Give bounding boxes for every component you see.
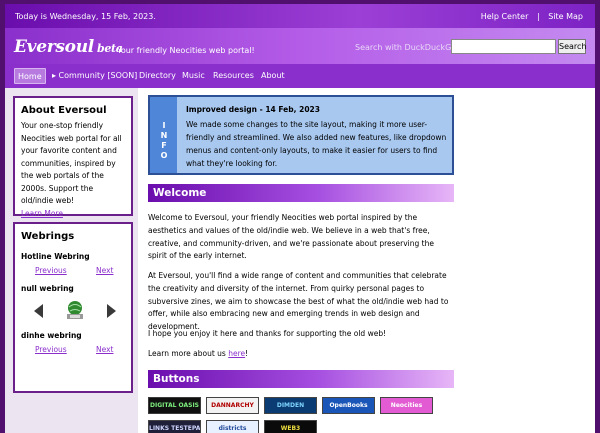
nav-item-resources[interactable]: Resources bbox=[210, 68, 257, 84]
current-date: Today is Wednesday, 15 Feb, 2023. bbox=[15, 12, 156, 21]
info-text-block: Improved design - 14 Feb, 2023 We made s… bbox=[186, 103, 448, 170]
web-button[interactable]: districts bbox=[206, 420, 259, 433]
top-links: Help Center | Site Map bbox=[481, 12, 583, 21]
welcome-paragraph: Welcome to Eversoul, your friendly Neoci… bbox=[148, 213, 434, 261]
web-button[interactable]: DANNARCHY bbox=[206, 397, 259, 414]
search-button[interactable]: Search bbox=[558, 39, 586, 54]
welcome-paragraph: I hope you enjoy it here and thanks for … bbox=[148, 329, 387, 338]
about-box: About Eversoul Your one-stop friendly Ne… bbox=[13, 96, 133, 218]
info-tab: I N F O bbox=[150, 97, 177, 173]
search-input[interactable] bbox=[451, 39, 556, 54]
browser-frame: Today is Wednesday, 15 Feb, 2023. Help C… bbox=[5, 4, 595, 433]
webring-next-link[interactable]: Next bbox=[96, 266, 113, 275]
globe-computer-icon[interactable] bbox=[64, 299, 86, 321]
webring-previous-link[interactable]: Previous bbox=[35, 266, 67, 275]
arrow-right-icon[interactable] bbox=[105, 303, 117, 319]
logo-text: Eversoul bbox=[14, 37, 94, 57]
webrings-title: Webrings bbox=[21, 231, 75, 242]
main-nav: Home ▸ Community [SOON] Directory Music … bbox=[5, 64, 595, 88]
info-tab-letter: I bbox=[162, 121, 166, 130]
nav-item-music[interactable]: Music bbox=[179, 68, 208, 84]
webring-nav: Previous Next bbox=[15, 340, 131, 360]
nav-item-home[interactable]: Home bbox=[14, 68, 46, 84]
web-button[interactable]: DIMDEN bbox=[264, 397, 317, 414]
web-button[interactable]: LINKS TESTEPAGES bbox=[148, 420, 201, 433]
webring-name: Hotline Webring bbox=[21, 252, 90, 261]
webring-next-link[interactable]: Next bbox=[96, 345, 113, 354]
nav-item-about[interactable]: About bbox=[258, 68, 288, 84]
learn-more-line: Learn more about us here! bbox=[148, 348, 454, 361]
top-bar: Today is Wednesday, 15 Feb, 2023. Help C… bbox=[5, 4, 595, 28]
help-center-link[interactable]: Help Center bbox=[481, 12, 529, 21]
info-body: We made some changes to the site layout,… bbox=[186, 120, 447, 168]
info-tab-letter: N bbox=[160, 131, 168, 140]
welcome-heading: Welcome bbox=[148, 184, 454, 202]
search-label: Search with DuckDuckGo! bbox=[355, 43, 460, 52]
about-us-link[interactable]: here bbox=[228, 349, 245, 358]
right-column bbox=[457, 88, 595, 433]
info-tab-letter: F bbox=[161, 141, 167, 150]
welcome-paragraph: At Eversoul, you'll find a wide range of… bbox=[148, 271, 449, 332]
arrow-left-icon[interactable] bbox=[33, 303, 45, 319]
main-area: About Eversoul Your one-stop friendly Ne… bbox=[5, 88, 595, 433]
webring-nav bbox=[15, 293, 131, 327]
info-announcement: I N F O Improved design - 14 Feb, 2023 W… bbox=[148, 95, 454, 175]
learn-more-suffix: ! bbox=[245, 349, 249, 358]
web-button[interactable]: DIGITAL OASIS bbox=[148, 397, 201, 414]
web-button[interactable]: OpenBooks bbox=[322, 397, 375, 414]
webring-nav: Previous Next bbox=[15, 261, 131, 281]
about-text: Your one-stop friendly Neocities web por… bbox=[21, 121, 122, 205]
nav-item-directory[interactable]: Directory bbox=[136, 68, 179, 84]
nav-item-community[interactable]: ▸ Community [SOON] bbox=[49, 68, 140, 84]
webring-name: dinhe webring bbox=[21, 331, 82, 340]
site-logo[interactable]: Eversoul beta bbox=[14, 37, 123, 57]
web-button[interactable]: Neocities bbox=[380, 397, 433, 414]
left-sidebar: About Eversoul Your one-stop friendly Ne… bbox=[5, 88, 138, 433]
site-header: Eversoul beta Your friendly Neocities web… bbox=[5, 28, 595, 64]
site-map-link[interactable]: Site Map bbox=[548, 12, 583, 21]
top-link-separator: | bbox=[536, 12, 540, 21]
info-tab-letter: O bbox=[160, 151, 168, 160]
webring-previous-link[interactable]: Previous bbox=[35, 345, 67, 354]
buttons-heading: Buttons bbox=[148, 370, 454, 388]
webring-name: null webring bbox=[21, 284, 74, 293]
learn-more-prefix: Learn more about us bbox=[148, 349, 229, 358]
webrings-box: Webrings Hotline Webring Previous Next n… bbox=[13, 222, 133, 393]
web-button[interactable]: WEB3 bbox=[264, 420, 317, 433]
learn-more-link[interactable]: Learn More bbox=[21, 209, 63, 218]
info-title: Improved design - 14 Feb, 2023 bbox=[186, 105, 320, 114]
site-tagline: Your friendly Neocities web portal! bbox=[117, 46, 255, 55]
about-title: About Eversoul bbox=[21, 105, 107, 116]
